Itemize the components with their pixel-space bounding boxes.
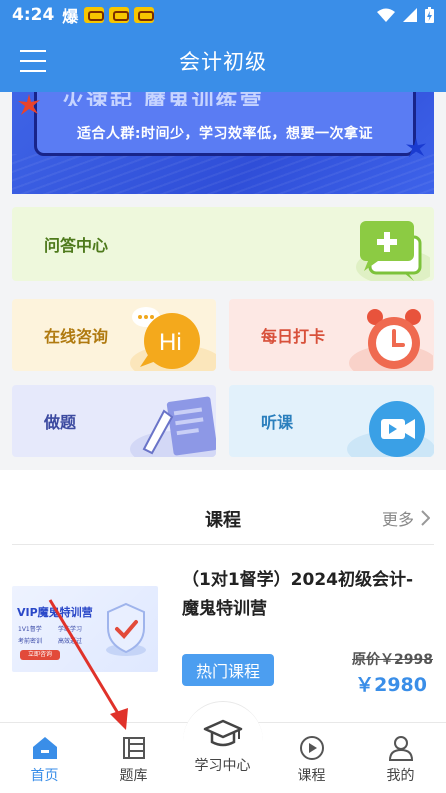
thumb-feature: 考前密训 (18, 638, 43, 645)
nav-item-home[interactable]: 首页 (0, 723, 89, 793)
practice-questions-label: 做题 (44, 413, 77, 432)
course-section: 课程 更多 VIP魔鬼特训营 1V1督学 考前密训 学练学习 高效通过 立即咨询… (0, 470, 446, 732)
notification-icon (84, 7, 105, 23)
practice-questions-tile[interactable]: 做题 (12, 385, 216, 457)
hi-bubble-icon: Hi (130, 307, 216, 371)
nav-item-learning-center[interactable]: 学习中心 (178, 719, 267, 793)
graduation-cap-icon (203, 719, 242, 747)
home-icon (32, 737, 57, 759)
status-time: 4:24 (12, 5, 55, 25)
nav-item-profile[interactable]: 我的 (356, 723, 445, 793)
listen-lessons-tile[interactable]: 听课 (229, 385, 434, 457)
chat-plus-icon (356, 221, 430, 281)
daily-checkin-label: 每日打卡 (261, 327, 326, 346)
question-bank-icon (122, 737, 145, 759)
notification-icon (134, 7, 155, 23)
thumb-feature: 1V1督学 (18, 626, 42, 633)
signal-icon (403, 8, 417, 22)
course-price: ￥2980 (355, 674, 427, 696)
hi-text: Hi (159, 329, 182, 356)
nav-label: 学习中心 (194, 758, 251, 774)
user-icon (388, 736, 413, 761)
page-title: 会计初级 (179, 50, 267, 74)
battery-icon (425, 7, 434, 23)
document-pen-icon (130, 396, 216, 457)
qa-center-label: 问答中心 (44, 236, 109, 255)
daily-checkin-tile[interactable]: 每日打卡 (229, 299, 434, 371)
play-circle-icon (299, 736, 324, 760)
banner-subtitle: 适合人群:时间少，学习效率低，想要一次拿证 (76, 126, 374, 142)
banner-pattern (12, 154, 434, 194)
nav-label: 首页 (30, 768, 59, 784)
section-title: 课程 (205, 510, 241, 531)
thumb-button: 立即咨询 (20, 650, 60, 660)
online-consult-label: 在线咨询 (44, 327, 109, 346)
thumb-feature: 高效通过 (58, 638, 83, 645)
divider (12, 544, 434, 545)
app-header: 会计初级 (0, 30, 446, 92)
more-label: 更多 (381, 510, 414, 529)
menu-icon[interactable] (20, 50, 46, 72)
listen-lessons-label: 听课 (261, 413, 294, 432)
video-camera-icon (347, 401, 434, 457)
nav-label: 我的 (386, 768, 415, 784)
shield-check-icon (106, 602, 146, 656)
nav-item-courses[interactable]: 课程 (267, 723, 356, 793)
starburst-icon (406, 138, 426, 158)
thumb-title: VIP魔鬼特训营 (17, 606, 93, 619)
course-card[interactable]: VIP魔鬼特训营 1V1督学 考前密训 学练学习 高效通过 立即咨询 （1对1督… (0, 558, 446, 698)
notification-icon (109, 7, 130, 23)
qa-center-tile[interactable]: 问答中心 (12, 207, 434, 281)
course-thumbnail: VIP魔鬼特训营 1V1督学 考前密训 学练学习 高效通过 立即咨询 (12, 586, 158, 672)
alarm-clock-icon (349, 309, 433, 371)
status-bar: 4:24 爆 (0, 0, 446, 30)
nav-item-question-bank[interactable]: 题库 (89, 723, 178, 793)
bottom-navigation: 首页 题库 学习中心 课程 我的 (0, 701, 446, 793)
online-consult-tile[interactable]: 在线咨询 Hi (12, 299, 216, 371)
status-app-indicator: 爆 (62, 7, 79, 26)
promo-banner[interactable]: 适合人群:时间少，学习效率低，想要一次拿证 火速起 魔鬼训练营 (12, 92, 434, 194)
nav-label: 题库 (119, 768, 148, 784)
hot-course-badge: 热门课程 (182, 654, 274, 686)
course-title: （1对1督学）2024初级会计-魔鬼特训营 (182, 570, 414, 619)
thumb-feature: 学练学习 (58, 626, 83, 633)
nav-label: 课程 (297, 768, 326, 784)
starburst-icon (18, 94, 40, 115)
more-courses-link[interactable]: 更多 (382, 506, 430, 530)
chevron-right-icon (421, 510, 430, 526)
original-price: 原价￥2998 (352, 652, 433, 668)
wifi-icon (377, 8, 395, 22)
banner-heading: 火速起 魔鬼训练营 (62, 92, 264, 106)
